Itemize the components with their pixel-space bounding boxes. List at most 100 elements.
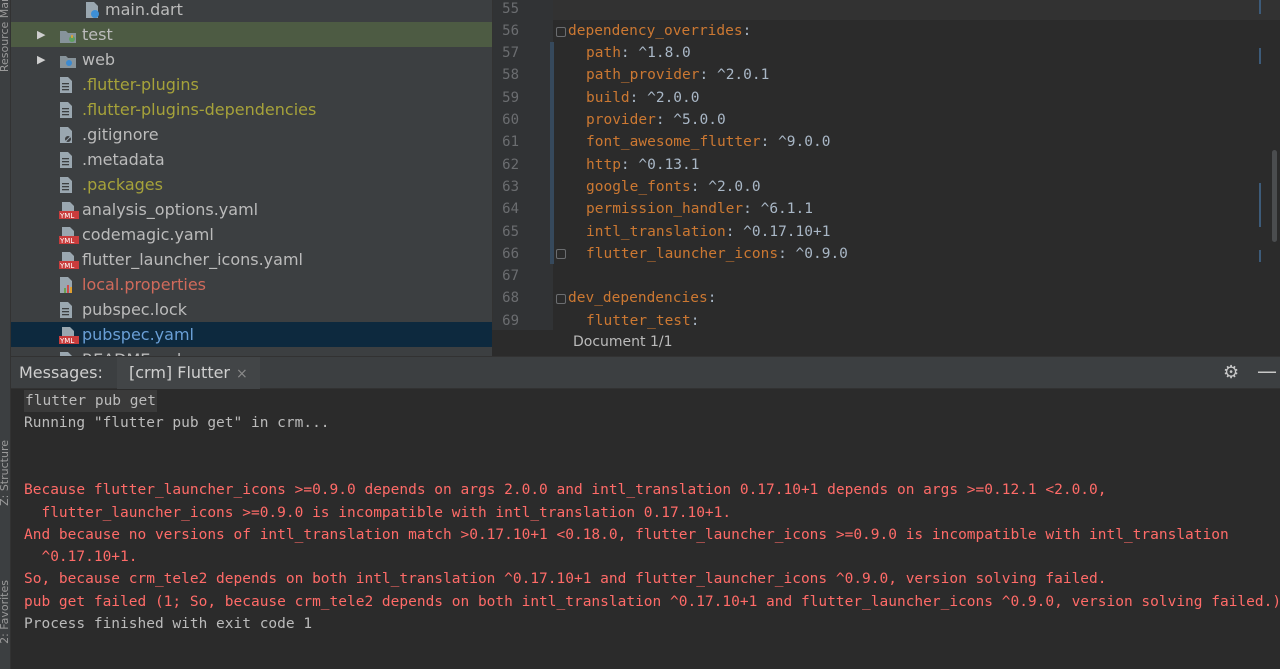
tree-item-label: web: [82, 50, 116, 69]
tree-item[interactable]: YML analysis_options.yaml: [11, 197, 492, 222]
properties-file-icon: [59, 276, 75, 294]
resource-manager-tab[interactable]: Resource Manager: [0, 0, 10, 72]
tree-item[interactable]: README.md: [11, 347, 492, 356]
tree-item-label: .packages: [82, 175, 163, 194]
test-folder-icon: [59, 26, 76, 44]
line-number: 67: [502, 268, 519, 285]
scroll-marker: [1259, 183, 1261, 227]
svg-text:YML: YML: [59, 237, 74, 244]
current-line-highlight: [553, 0, 1280, 20]
yaml-file-icon: YML: [59, 201, 79, 220]
console-error-line: flutter_launcher_icons >=0.9.0 is incomp…: [24, 504, 732, 521]
line-number: 68: [502, 290, 519, 307]
tree-item-label: pubspec.yaml: [82, 325, 194, 344]
tree-item-label: codemagic.yaml: [82, 225, 214, 244]
code-line: path: ^1.8.0: [586, 45, 691, 62]
structure-tab[interactable]: Z: Structure: [0, 440, 10, 506]
code-line: permission_handler: ^6.1.1: [586, 201, 813, 218]
fold-icon[interactable]: [556, 27, 566, 37]
tree-item[interactable]: YML pubspec.yaml: [11, 322, 492, 347]
tree-item[interactable]: main.dart: [11, 0, 492, 22]
line-number: 62: [502, 156, 519, 173]
scroll-marker: [1259, 48, 1261, 64]
tree-item-label: pubspec.lock: [82, 300, 187, 319]
code-line: provider: ^5.0.0: [586, 112, 726, 128]
code-line: flutter_test:: [586, 312, 700, 329]
console-error-line: And because no versions of intl_translat…: [24, 526, 1229, 543]
tree-item-label: main.dart: [105, 0, 183, 19]
svg-text:YML: YML: [59, 212, 74, 219]
scroll-marker: [1259, 250, 1261, 262]
tree-item-label: README.md: [82, 347, 181, 356]
tree-item-label: analysis_options.yaml: [82, 200, 259, 219]
fold-icon[interactable]: [556, 249, 566, 259]
line-number: 57: [502, 45, 519, 62]
fold-icon[interactable]: [556, 294, 566, 304]
ignore-file-icon: [59, 126, 75, 144]
console-error-line: ^0.17.10+1.: [24, 549, 138, 566]
line-number: 56: [502, 22, 519, 39]
tree-item[interactable]: ▶ web: [11, 47, 492, 72]
code-line: http: ^0.13.1: [586, 156, 700, 173]
tree-item[interactable]: YML flutter_launcher_icons.yaml: [11, 247, 492, 272]
web-folder-icon: [59, 51, 76, 69]
line-number: 59: [502, 89, 519, 106]
code-line: build: ^2.0.0: [586, 89, 700, 106]
tree-item-label: .gitignore: [82, 125, 159, 144]
tree-item-label: .metadata: [82, 150, 165, 169]
editor-document-status: Document 1/1: [492, 330, 1280, 356]
tree-item[interactable]: ▶ test: [11, 22, 492, 47]
code-line: google_fonts: ^2.0.0: [586, 178, 761, 195]
line-number: 61: [502, 134, 519, 151]
tree-item[interactable]: .gitignore: [11, 122, 492, 147]
file-icon: [59, 101, 75, 119]
console-error-line: Because flutter_launcher_icons >=0.9.0 d…: [24, 482, 1107, 499]
tree-item[interactable]: pubspec.lock: [11, 297, 492, 322]
tree-item[interactable]: local.properties: [11, 272, 492, 297]
dart-file-icon: [84, 1, 100, 19]
console-command-line: flutter pub get: [24, 390, 157, 412]
left-tool-strip: Resource Manager Z: Structure 2: Favorit…: [0, 0, 11, 669]
yaml-file-icon: YML: [59, 326, 79, 345]
tree-item[interactable]: .metadata: [11, 147, 492, 172]
close-icon[interactable]: ×: [236, 366, 248, 382]
console-line: Running "flutter pub get" in crm...: [24, 415, 330, 432]
expand-arrow-icon[interactable]: ▶: [37, 22, 45, 47]
tree-item-label: test: [82, 25, 113, 44]
tree-item-label: local.properties: [82, 275, 207, 294]
code-line: flutter_launcher_icons: ^0.9.0: [586, 245, 848, 262]
editor-gutter: 55 56 57 58 59 60 61 62 63 64 65 66 67 68 69: [493, 0, 553, 330]
tree-item-label: .flutter-plugins-dependencies: [82, 100, 317, 119]
change-marker-bar: [550, 42, 554, 264]
tree-item[interactable]: YML codemagic.yaml: [11, 222, 492, 247]
code-line: path_provider: ^2.0.1: [586, 67, 770, 84]
expand-arrow-icon[interactable]: ▶: [37, 47, 45, 72]
code-editor[interactable]: 55 56 57 58 59 60 61 62 63 64 65 66 67 68 69 dependenc…: [492, 0, 1280, 330]
console-output[interactable]: flutter pub get Running "flutter pub get"…: [11, 389, 1280, 669]
tree-item[interactable]: .packages: [11, 172, 492, 197]
console-error-line: So, because crm_tele2 depends on both in…: [24, 571, 1107, 588]
yaml-file-icon: YML: [59, 226, 79, 245]
minimize-icon[interactable]: —: [1257, 359, 1277, 383]
file-icon: [59, 301, 75, 319]
editor-scrollbar[interactable]: [1272, 150, 1277, 242]
code-line: intl_translation: ^0.17.10+1: [586, 223, 831, 240]
gear-icon[interactable]: ⚙: [1223, 362, 1239, 383]
line-number: 55: [502, 0, 519, 17]
favorites-tab[interactable]: 2: Favorites: [0, 580, 10, 644]
line-number: 66: [502, 245, 519, 262]
project-tree: main.dart ▶ test ▶ web .flutter-plugins .flutt…: [11, 0, 492, 356]
tree-item[interactable]: .flutter-plugins: [11, 72, 492, 97]
tree-item[interactable]: .flutter-plugins-dependencies: [11, 97, 492, 122]
line-number: 58: [502, 67, 519, 84]
messages-label: Messages:: [19, 363, 103, 382]
yaml-file-icon: YML: [59, 251, 79, 270]
code-line: dependency_overrides:: [568, 22, 752, 39]
scroll-marker: [1259, 0, 1261, 14]
file-icon: [59, 151, 75, 169]
tab-label: [crm] Flutter: [129, 363, 231, 382]
line-number: 60: [502, 112, 519, 128]
tab-crm-flutter[interactable]: [crm] Flutter ×: [117, 357, 260, 389]
code-line: font_awesome_flutter: ^9.0.0: [586, 134, 831, 151]
console-line: Process finished with exit code 1: [24, 616, 313, 632]
